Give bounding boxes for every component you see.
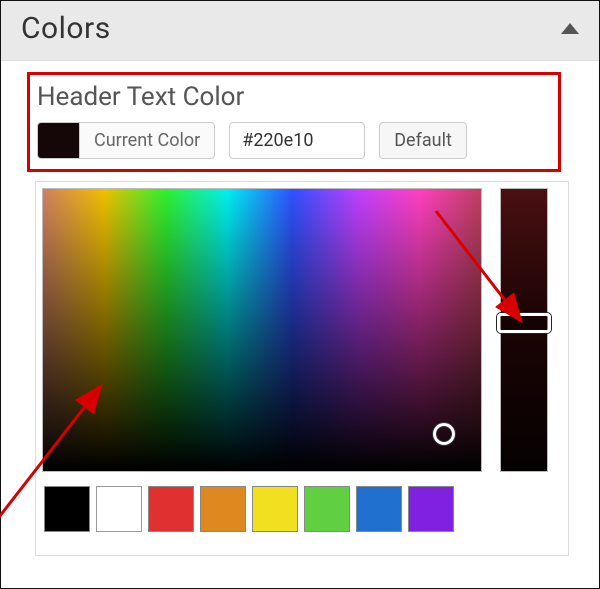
current-color-swatch [38,123,80,158]
preset-swatch-4[interactable] [252,486,298,532]
chevron-up-icon [561,23,579,34]
controls-row: Current Color Default [37,122,581,159]
preset-swatch-6[interactable] [356,486,402,532]
colors-panel: Colors Header Text Color Current Color D… [0,0,600,589]
section-title: Header Text Color [37,82,581,112]
value-slider-handle [497,313,551,333]
default-button[interactable]: Default [379,122,467,159]
current-color-button[interactable]: Current Color [37,122,215,159]
panel-title: Colors [21,11,111,46]
preset-swatch-0[interactable] [44,486,90,532]
panel-content: Header Text Color Current Color Default [1,61,599,556]
preset-swatch-1[interactable] [96,486,142,532]
preset-swatch-3[interactable] [200,486,246,532]
preset-swatch-5[interactable] [304,486,350,532]
current-color-label: Current Color [80,123,214,158]
value-slider[interactable] [500,188,548,472]
preset-swatch-7[interactable] [408,486,454,532]
panel-header[interactable]: Colors [1,1,599,61]
preset-swatches [44,486,562,532]
saturation-field[interactable] [42,188,482,472]
saturation-cursor-icon [433,423,455,445]
hex-input[interactable] [229,122,365,159]
color-picker [35,181,569,556]
preset-swatch-2[interactable] [148,486,194,532]
